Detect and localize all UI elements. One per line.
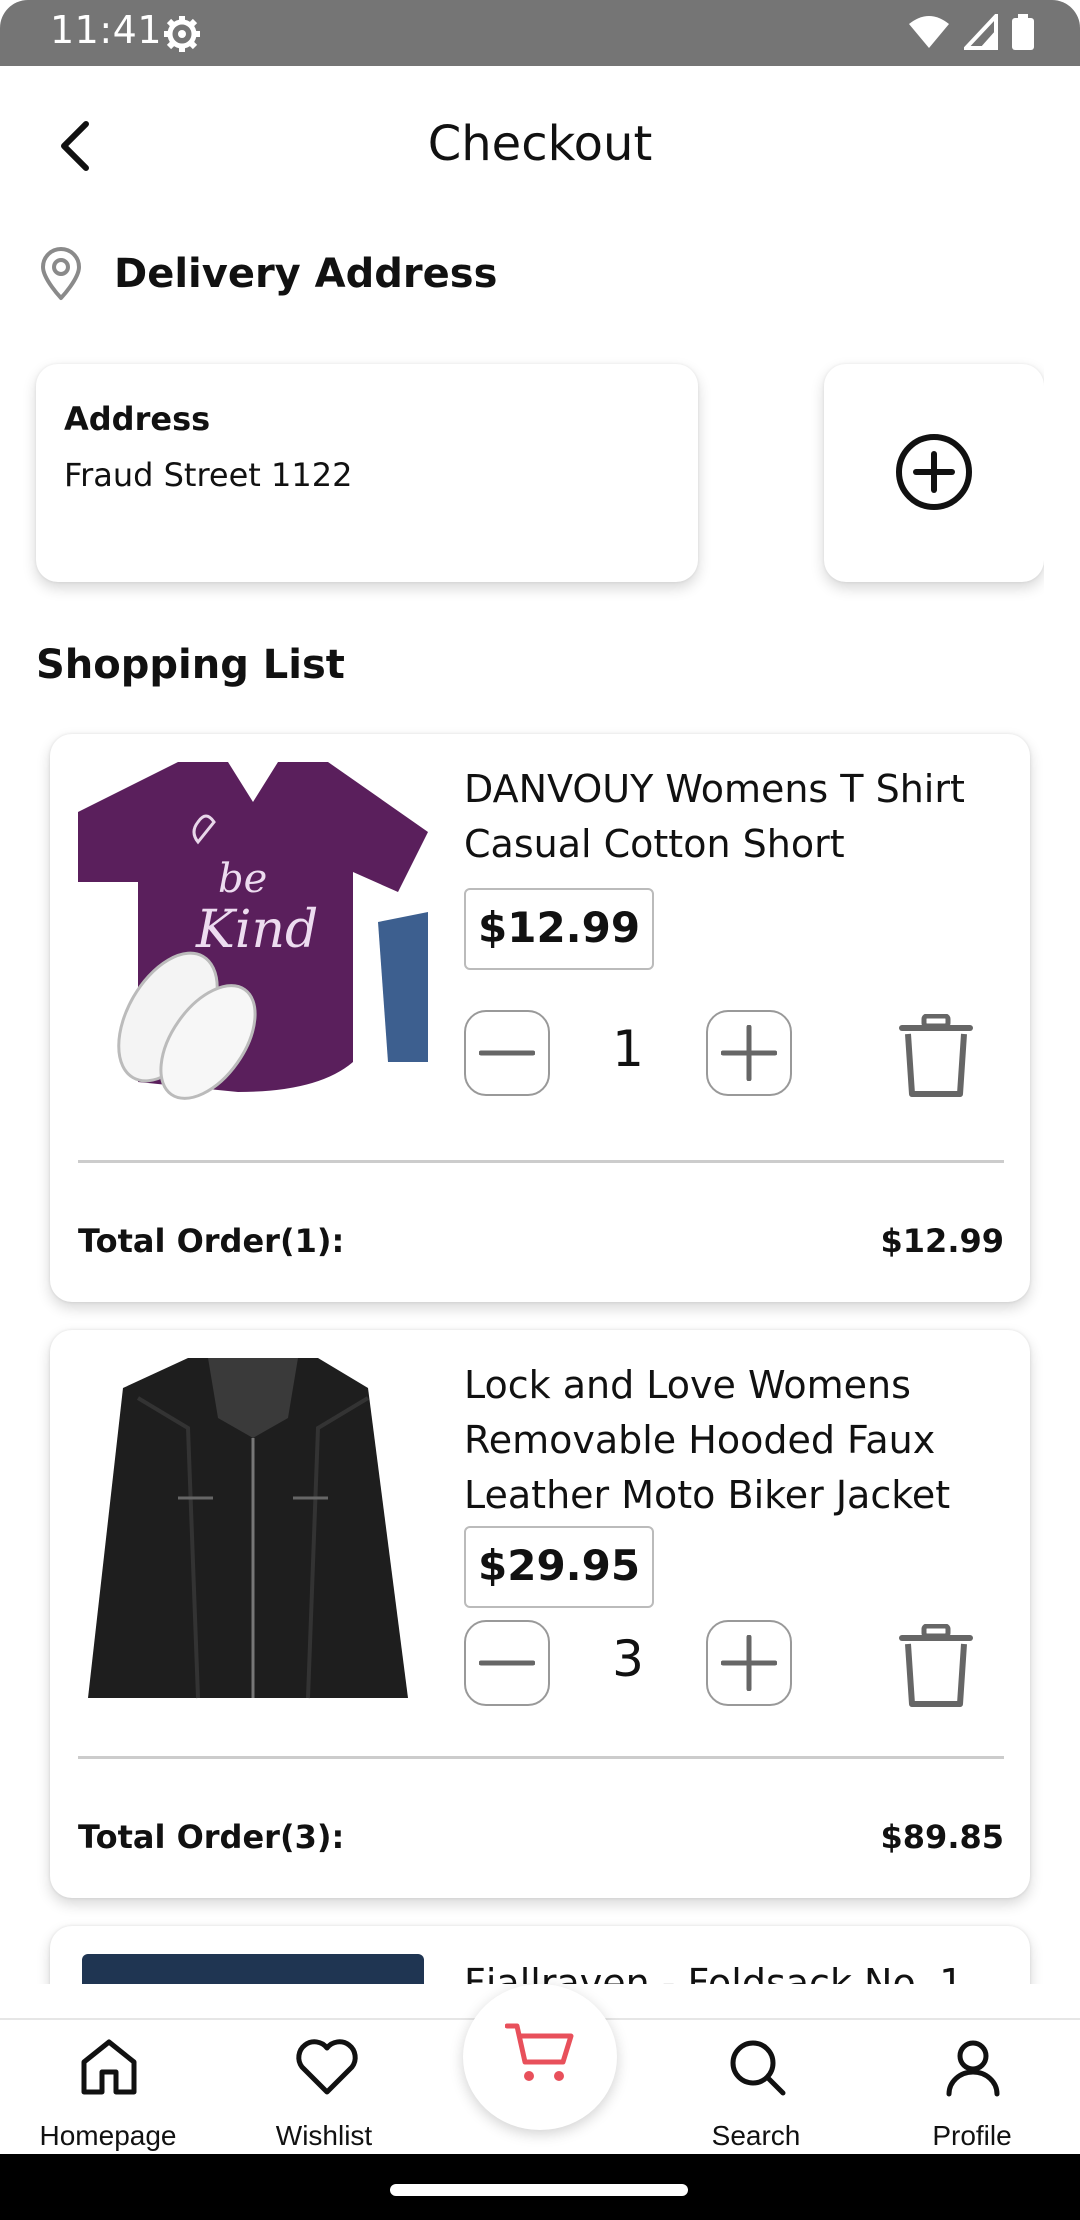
product-name: DANVOUY Womens T Shirt Casual Cotton Sho… [464, 767, 965, 866]
product-price: $12.99 [464, 888, 655, 970]
cart-item-card: be Kind DANVOUY Womens T Shirt Casual Co… [50, 734, 1030, 1302]
plus-icon [721, 1635, 777, 1691]
nav-search[interactable]: Search [656, 2020, 856, 2156]
product-image-jacket [78, 1358, 428, 1700]
user-icon [946, 2040, 1000, 2097]
total-order-label: Total Order(1): [78, 1222, 345, 1260]
cart-item-card: Lock and Love Womens Removable Hooded Fa… [50, 1330, 1030, 1898]
plus-circle-icon [896, 434, 972, 510]
cart-icon [505, 2023, 574, 2081]
wifi-icon [909, 16, 949, 48]
address-label: Address [64, 400, 211, 438]
product-name: Lock and Love Womens Removable Hooded Fa… [464, 1363, 951, 1517]
plus-icon [721, 1025, 777, 1081]
cart-button[interactable] [463, 1984, 617, 2130]
home-icon [81, 2039, 137, 2095]
trash-icon[interactable] [898, 1014, 974, 1098]
scroll-edge [1044, 330, 1080, 630]
nav-label: Profile [932, 2120, 1012, 2151]
nav-profile[interactable]: Profile [872, 2020, 1072, 2156]
total-order-label: Total Order(3): [78, 1818, 345, 1856]
product-price: $29.95 [464, 1526, 655, 1608]
increase-quantity-button[interactable] [706, 1010, 792, 1096]
card-divider [78, 1756, 1004, 1759]
settings-gear-icon [164, 16, 200, 52]
minus-icon [479, 1050, 535, 1056]
quantity-value: 1 [612, 1020, 644, 1078]
add-address-button[interactable] [824, 364, 1044, 582]
quantity-value: 3 [612, 1630, 644, 1688]
signal-icon [964, 14, 998, 50]
decrease-quantity-button[interactable] [464, 1620, 550, 1706]
decrease-quantity-button[interactable] [464, 1010, 550, 1096]
increase-quantity-button[interactable] [706, 1620, 792, 1706]
nav-label: Wishlist [275, 2120, 373, 2151]
shopping-list-title: Shopping List [36, 642, 345, 688]
status-bar: 11:41 [0, 0, 1080, 66]
trash-icon[interactable] [898, 1624, 974, 1708]
svg-text:Kind: Kind [195, 900, 318, 960]
total-order-value: $89.85 [880, 1818, 1004, 1856]
minus-icon [479, 1660, 535, 1666]
heart-icon [296, 2039, 358, 2095]
nav-wishlist[interactable]: Wishlist [224, 2020, 424, 2156]
total-order-value: $12.99 [880, 1222, 1004, 1260]
nav-label: Search [711, 2120, 801, 2151]
battery-icon [1012, 14, 1034, 50]
card-divider [78, 1160, 1004, 1163]
gesture-navigation-bar [0, 2154, 1080, 2220]
home-gesture-handle[interactable] [390, 2184, 688, 2196]
location-pin-icon [41, 247, 81, 300]
page-title: Checkout [427, 116, 653, 172]
app-header: Checkout [0, 66, 1080, 226]
address-card[interactable]: Address Fraud Street 1122 [36, 364, 698, 582]
delivery-address-title: Delivery Address [114, 251, 498, 297]
nav-homepage[interactable]: Homepage [8, 2020, 208, 2156]
svg-text:be: be [218, 856, 267, 902]
status-time: 11:41 [50, 8, 163, 52]
delivery-address-heading: Delivery Address [36, 244, 497, 304]
address-value: Fraud Street 1122 [64, 456, 353, 494]
nav-label: Homepage [39, 2120, 177, 2151]
search-icon [730, 2040, 786, 2096]
product-image-tshirt: be Kind [78, 762, 428, 1104]
